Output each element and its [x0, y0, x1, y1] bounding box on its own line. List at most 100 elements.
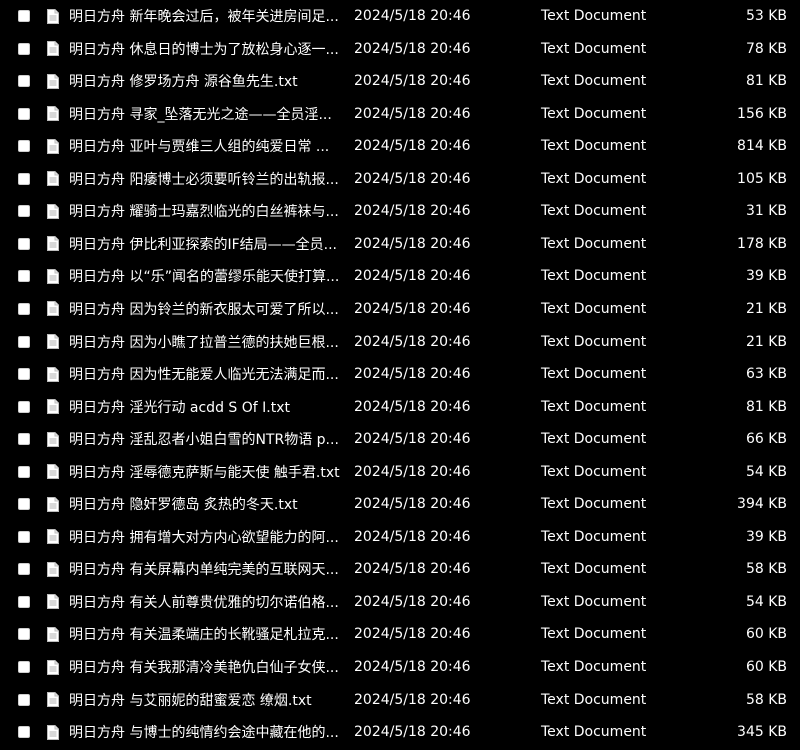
row-checkbox[interactable]	[18, 661, 30, 673]
file-row[interactable]: 明日方舟 拥有增大对方内心欲望能力的阿... 2024/5/18 20:46 Tex…	[0, 521, 800, 553]
text-document-icon	[47, 594, 59, 610]
text-document-icon	[47, 268, 59, 284]
row-checkbox[interactable]	[18, 693, 30, 706]
row-checkbox[interactable]	[18, 335, 30, 348]
row-checkbox[interactable]	[18, 107, 30, 120]
file-type: Text Document	[541, 73, 647, 90]
file-row[interactable]: 明日方舟 隐奸罗德岛 炙热的冬天.txt 2024/5/18 20:46 Text …	[0, 488, 800, 520]
row-checkbox[interactable]	[18, 726, 30, 739]
file-name: 明日方舟 亚叶与贾维三人组的纯爱日常 ...	[69, 139, 330, 156]
file-name: 明日方舟 与艾丽妮的甜蜜爱恋 缭烟.txt	[69, 692, 312, 709]
row-checkbox[interactable]	[18, 205, 30, 218]
file-size: 66 KB	[745, 431, 787, 448]
row-checkbox[interactable]	[18, 563, 30, 576]
file-name: 明日方舟 阳痿博士必须要听铃兰的出轨报...	[69, 171, 339, 188]
file-name: 明日方舟 淫乱忍者小姐白雪的NTR物语 p...	[69, 432, 339, 449]
file-type: Text Document	[541, 203, 647, 220]
file-date-modified: 2024/5/18 20:46	[354, 691, 471, 708]
file-row[interactable]: 明日方舟 淫光行动 acdd S Of I.txt 2024/5/18 20:46…	[0, 391, 800, 423]
file-name: 明日方舟 以“乐”闻名的蕾缪乐能天使打算...	[69, 269, 340, 286]
file-date-modified: 2024/5/18 20:46	[354, 626, 471, 643]
file-name: 明日方舟 与博士的纯情约会途中藏在他的...	[69, 725, 339, 742]
file-type: Text Document	[541, 561, 647, 578]
text-document-icon	[47, 464, 59, 480]
text-document-icon	[47, 334, 59, 349]
file-row[interactable]: 明日方舟 耀骑士玛嘉烈临光的白丝裤袜与... 2024/5/18 20:46 Tex…	[0, 195, 800, 227]
file-size: 78 KB	[745, 40, 787, 57]
file-type: Text Document	[541, 463, 647, 480]
file-row[interactable]: 明日方舟 因为小瞧了拉普兰德的扶她巨根... 2024/5/18 20:46 Tex…	[0, 326, 800, 358]
file-name: 明日方舟 隐奸罗德岛 炙热的冬天.txt	[69, 497, 298, 514]
file-date-modified: 2024/5/18 20:46	[354, 463, 471, 480]
row-checkbox[interactable]	[18, 42, 30, 55]
row-checkbox[interactable]	[18, 75, 30, 88]
file-size: 81 KB	[745, 398, 787, 415]
row-checkbox[interactable]	[18, 595, 30, 608]
file-row[interactable]: 明日方舟 与博士的纯情约会途中藏在他的... 2024/5/18 20:46 Tex…	[0, 716, 800, 748]
row-checkbox[interactable]	[18, 628, 30, 641]
file-row[interactable]: 明日方舟 休息日的博士为了放松身心逐一... 2024/5/18 20:46 Tex…	[0, 33, 800, 65]
row-checkbox[interactable]	[18, 498, 30, 511]
file-row[interactable]: 明日方舟 因为性无能爱人临光无法满足而... 2024/5/18 20:46 Tex…	[0, 358, 800, 390]
file-row[interactable]: 明日方舟 有关人前尊贵优雅的切尔诺伯格... 2024/5/18 20:46 Tex…	[0, 586, 800, 618]
row-checkbox[interactable]	[18, 172, 30, 185]
row-checkbox[interactable]	[18, 465, 30, 478]
file-row[interactable]: 明日方舟 与艾丽妮的甜蜜爱恋 缭烟.txt 2024/5/18 20:46 Text…	[0, 684, 800, 716]
row-checkbox[interactable]	[18, 140, 30, 153]
file-date-modified: 2024/5/18 20:46	[354, 366, 471, 383]
file-row[interactable]: 明日方舟 阳痿博士必须要听铃兰的出轨报... 2024/5/18 20:46 Tex…	[0, 163, 800, 195]
file-row[interactable]: 明日方舟 修罗场方舟 源谷鱼先生.txt 2024/5/18 20:46 Text …	[0, 65, 800, 97]
file-size: 105 KB	[737, 170, 787, 187]
row-checkbox[interactable]	[18, 237, 30, 250]
file-date-modified: 2024/5/18 20:46	[354, 593, 471, 610]
file-size: 60 KB	[745, 626, 787, 643]
file-type: Text Document	[541, 659, 647, 675]
file-type: Text Document	[541, 138, 647, 155]
file-row[interactable]: 明日方舟 新年晚会过后，被年关进房间足... 2024/5/18 20:46 Tex…	[0, 0, 800, 32]
row-checkbox[interactable]	[18, 10, 30, 22]
file-name: 明日方舟 修罗场方舟 源谷鱼先生.txt	[69, 74, 298, 91]
row-checkbox[interactable]	[18, 368, 30, 381]
row-checkbox[interactable]	[18, 302, 30, 315]
row-checkbox[interactable]	[18, 530, 30, 543]
file-date-modified: 2024/5/18 20:46	[354, 268, 471, 285]
file-row[interactable]: 明日方舟 伊比利亚探索的IF结局——全员... 2024/5/18 20:46 Te…	[0, 228, 800, 260]
file-row[interactable]: 明日方舟 淫辱德克萨斯与能天使 触手君.txt 2024/5/18 20:46 Te…	[0, 456, 800, 488]
file-row[interactable]: 明日方舟 寻家_坠落无光之途——全员淫... 2024/5/18 20:46 Tex…	[0, 98, 800, 130]
text-document-icon	[47, 73, 59, 89]
file-row[interactable]: 明日方舟 有关温柔端庄的长靴骚足札拉克... 2024/5/18 20:46 Tex…	[0, 618, 800, 650]
file-row[interactable]: 明日方舟 亚叶与贾维三人组的纯爱日常 ... 2024/5/18 20:46 Tex…	[0, 130, 800, 162]
text-document-icon	[47, 236, 59, 252]
file-date-modified: 2024/5/18 20:46	[354, 496, 471, 513]
file-date-modified: 2024/5/18 20:46	[354, 170, 471, 187]
file-name: 明日方舟 淫辱德克萨斯与能天使 触手君.txt	[69, 464, 340, 481]
file-size: 60 KB	[745, 659, 787, 675]
file-name: 明日方舟 有关人前尊贵优雅的切尔诺伯格...	[69, 594, 339, 611]
file-size: 814 KB	[737, 138, 787, 155]
row-checkbox[interactable]	[18, 270, 30, 283]
text-document-icon	[47, 171, 59, 187]
file-row[interactable]: 明日方舟 以“乐”闻名的蕾缪乐能天使打算... 2024/5/18 20:46 Te…	[0, 260, 800, 292]
file-type: Text Document	[541, 496, 647, 513]
file-row[interactable]: 明日方舟 有关我那清冷美艳仇白仙子女侠... 2024/5/18 20:46 Tex…	[0, 651, 800, 683]
file-row[interactable]: 明日方舟 因为铃兰的新衣服太可爱了所以... 2024/5/18 20:46 Tex…	[0, 293, 800, 325]
file-type: Text Document	[541, 398, 647, 415]
text-document-icon	[47, 561, 59, 577]
file-type: Text Document	[541, 431, 647, 448]
file-date-modified: 2024/5/18 20:46	[354, 333, 471, 350]
text-document-icon	[47, 106, 59, 122]
text-document-icon	[47, 366, 59, 382]
file-size: 39 KB	[745, 528, 787, 545]
file-date-modified: 2024/5/18 20:46	[354, 561, 471, 578]
file-type: Text Document	[541, 8, 647, 24]
file-name: 明日方舟 因为性无能爱人临光无法满足而...	[69, 367, 339, 384]
file-row[interactable]: 明日方舟 淫乱忍者小姐白雪的NTR物语 p... 2024/5/18 20:46 T…	[0, 423, 800, 455]
file-type: Text Document	[541, 170, 647, 187]
row-checkbox[interactable]	[18, 400, 30, 413]
text-document-icon	[47, 659, 59, 675]
file-type: Text Document	[541, 593, 647, 610]
file-name: 明日方舟 伊比利亚探索的IF结局——全员...	[69, 236, 337, 253]
row-checkbox[interactable]	[18, 433, 30, 446]
file-row[interactable]: 明日方舟 有关屏幕内单纯完美的互联网天... 2024/5/18 20:46 Tex…	[0, 553, 800, 585]
file-name: 明日方舟 新年晚会过后，被年关进房间足...	[69, 9, 339, 25]
